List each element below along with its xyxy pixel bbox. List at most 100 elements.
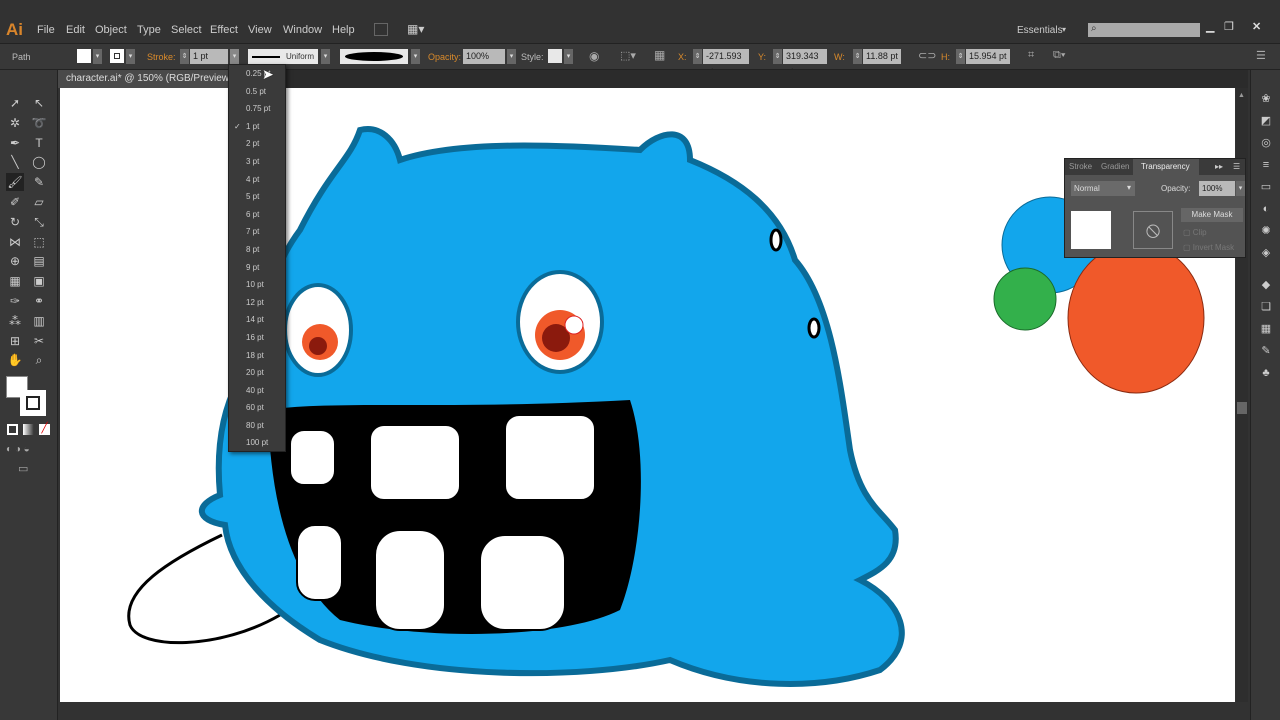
y-input[interactable]: 319.343 pt [783,49,827,76]
shape-builder-tool-icon[interactable]: ⊕ [6,252,24,270]
stroke-weight-option[interactable]: 10 pt [229,276,285,294]
stroke-weight-dropdown[interactable]: ▾ [230,49,239,64]
fill-dropdown[interactable]: ▾ [93,49,102,64]
line-tool-icon[interactable]: ╲ [6,153,24,171]
mesh-tool-icon[interactable]: ▦ [6,272,24,290]
w-input[interactable]: 11.88 pt [863,49,901,64]
transform-icon[interactable]: ⌗ [1028,49,1034,62]
arrange-documents-icon[interactable]: ▦▾ [407,22,424,36]
reference-point-icon[interactable]: ▦ [654,48,665,62]
align-to-icon[interactable]: ⬚▾ [620,49,636,62]
stroke-weight-option[interactable]: 6 pt [229,206,285,224]
color-guide-icon[interactable]: ◩ [1259,114,1273,128]
opacity-dropdown[interactable]: ▾ [1236,181,1245,196]
gradient-icon[interactable]: ▭ [1259,180,1273,194]
scale-tool-icon[interactable]: ⤡ [30,213,48,231]
isolate-icon[interactable]: ⧉▾ [1053,49,1065,62]
h-stepper[interactable]: ⇕ [956,49,965,64]
scroll-thumb[interactable] [1237,402,1247,414]
h-input[interactable]: 15.954 pt [966,49,1010,64]
document-tab[interactable]: character.ai* @ 150% (RGB/Preview) × [58,70,233,102]
search-input[interactable]: ⌕ [1088,23,1200,37]
x-stepper[interactable]: ⇕ [693,49,702,64]
opacity-input[interactable]: 100% [1199,181,1235,196]
color-mode-icon[interactable] [7,424,18,435]
stroke-weight-option[interactable]: 60 pt [229,399,285,417]
ellipse-tool-icon[interactable]: ◯ [30,153,48,171]
fill-swatch[interactable] [77,49,91,63]
profile-dropdown[interactable]: ▾ [321,49,330,64]
stroke-icon[interactable]: ≡ [1259,158,1273,172]
close-button[interactable]: ✕ [1252,20,1261,33]
opacity-input[interactable]: 100% [463,49,505,64]
eyedropper-tool-icon[interactable]: ✑ [6,292,24,310]
transparency-icon[interactable]: ◐ [1259,202,1273,216]
recolor-artwork-icon[interactable]: ◉ [589,49,599,63]
menu-view[interactable]: View [248,24,272,36]
blob-brush-tool-icon[interactable]: ✐ [6,193,24,211]
graphic-style-swatch[interactable] [548,49,562,63]
stroke-weight-option[interactable]: 16 pt [229,329,285,347]
selection-tool-icon[interactable]: ➚ [6,94,24,112]
width-tool-icon[interactable]: ⋈ [6,233,24,251]
none-mode-icon[interactable]: ╱ [39,424,50,435]
stroke-weight-option[interactable]: 18 pt [229,347,285,365]
hand-tool-icon[interactable]: ✋ [6,351,24,369]
free-transform-tool-icon[interactable]: ⬚ [30,233,48,251]
stroke-weight-option[interactable]: 14 pt [229,311,285,329]
menu-file[interactable]: File [37,24,55,36]
artboard-tool-icon[interactable]: ⊞ [6,332,24,350]
gradient-tool-icon[interactable]: ▣ [30,272,48,290]
graphic-styles-icon[interactable]: ◈ [1259,246,1273,260]
pencil-tool-icon[interactable]: ✎ [30,173,48,191]
stroke-weight-option[interactable]: 9 pt [229,259,285,277]
orange-circle[interactable] [1067,242,1205,394]
w-stepper[interactable]: ⇕ [853,49,862,64]
stroke-weight-option[interactable]: 0.5 pt [229,83,285,101]
gradient-mode-icon[interactable] [23,424,34,435]
graph-tool-icon[interactable]: ▥ [30,312,48,330]
tab-gradient[interactable]: Gradien [1101,159,1129,175]
type-tool-icon[interactable]: T [30,134,48,152]
variable-width-profile[interactable]: Uniform [248,49,318,64]
stroke-weight-option[interactable]: 0.75 pt [229,100,285,118]
blend-tool-icon[interactable]: ⚭ [30,292,48,310]
mask-none-icon[interactable]: ⦸ [1133,211,1173,249]
slice-tool-icon[interactable]: ✂ [30,332,48,350]
opacity-dropdown[interactable]: ▾ [507,49,516,64]
zoom-tool-icon[interactable]: ⌕ [30,351,48,369]
invert-mask-checkbox[interactable]: ▢ Invert Mask [1183,243,1234,252]
magic-wand-tool-icon[interactable]: ✲ [6,114,24,132]
brush-dropdown[interactable]: ▾ [411,49,420,64]
symbol-sprayer-tool-icon[interactable]: ⁂ [6,312,24,330]
menu-select[interactable]: Select [171,24,202,36]
style-dropdown[interactable]: ▾ [564,49,573,64]
stroke-weight-option[interactable]: ✓ 1 pt [229,118,285,136]
stroke-weight-option[interactable]: 100 pt [229,434,285,452]
color-icon[interactable]: ❀ [1259,92,1273,106]
stroke-weight-option[interactable]: 20 pt [229,364,285,382]
y-stepper[interactable]: ⇕ [773,49,782,64]
green-circle[interactable] [993,267,1057,331]
stroke-color-box[interactable] [20,390,46,416]
layers-icon[interactable]: ◆ [1259,278,1273,292]
menu-window[interactable]: Window [283,24,322,36]
stroke-weight-option[interactable]: 4 pt [229,171,285,189]
menu-type[interactable]: Type [137,24,161,36]
stroke-weight-input[interactable]: 1 pt [190,49,228,64]
eraser-tool-icon[interactable]: ▱ [30,193,48,211]
paintbrush-tool-icon[interactable]: 🖌 [6,173,24,192]
bridge-icon[interactable] [374,23,388,36]
menu-effect[interactable]: Effect [210,24,238,36]
stroke-stepper[interactable]: ⇕ [180,49,189,64]
stroke-weight-option[interactable]: 7 pt [229,223,285,241]
menu-help[interactable]: Help [332,24,355,36]
stroke-weight-option[interactable]: 5 pt [229,188,285,206]
menu-object[interactable]: Object [95,24,127,36]
stroke-weight-option[interactable]: 8 pt [229,241,285,259]
brush-definition[interactable] [340,49,408,64]
appearance-icon[interactable]: ✺ [1259,224,1273,238]
collapse-icon[interactable]: ▸▸ [1215,159,1223,175]
stroke-weight-option[interactable]: 2 pt [229,135,285,153]
stroke-weight-option[interactable]: 40 pt [229,382,285,400]
